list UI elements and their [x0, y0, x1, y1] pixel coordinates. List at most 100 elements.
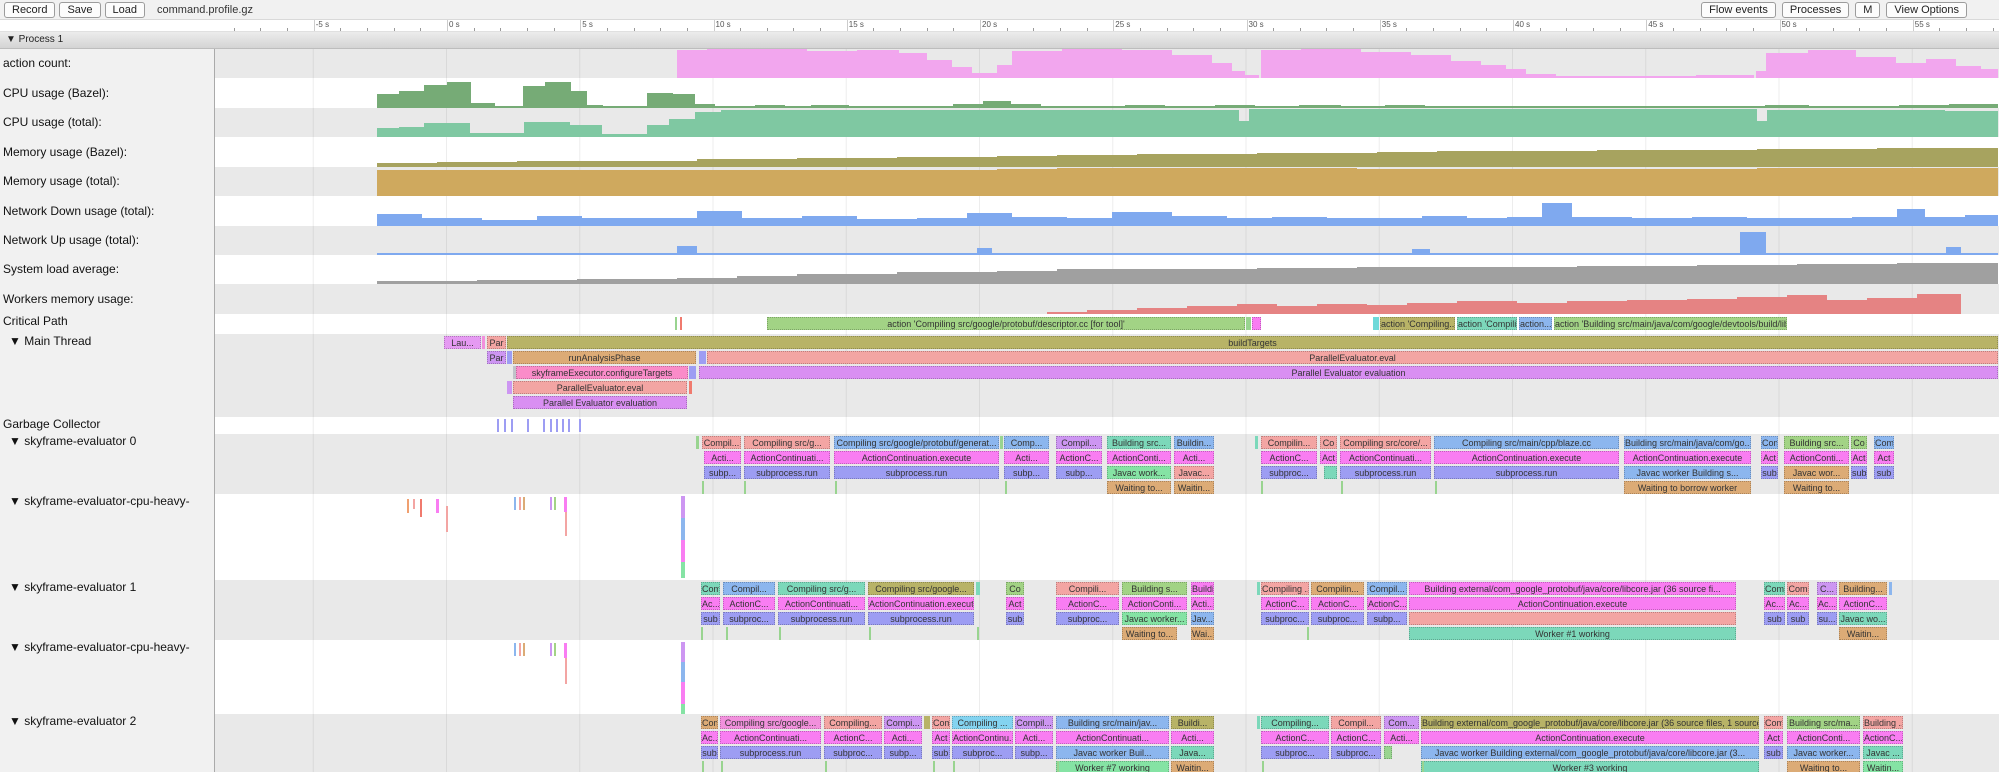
trace-slice[interactable]: Building s... [1122, 582, 1187, 595]
trace-slice[interactable]: subproc... [1261, 746, 1329, 759]
trace-slice[interactable]: Compil... [1367, 582, 1407, 595]
trace-tick[interactable] [407, 499, 409, 513]
track-canvas-system-load[interactable] [215, 255, 1999, 284]
trace-slice[interactable]: Ac... [1764, 597, 1785, 610]
trace-slice[interactable]: subprocess.run [778, 612, 865, 625]
track-canvas-network-up[interactable] [215, 226, 1999, 255]
record-button[interactable]: Record [4, 2, 55, 18]
trace-slice[interactable]: ParallelEvaluator.eval [707, 351, 1998, 364]
trace-slice[interactable]: Buildin... [1174, 436, 1214, 449]
trace-slice[interactable]: Javac work... [1107, 466, 1171, 479]
trace-slice[interactable]: Comp... [1004, 436, 1049, 449]
trace-slice[interactable] [579, 419, 581, 432]
trace-slice[interactable]: subprocess.run [1434, 466, 1619, 479]
trace-slice[interactable] [1435, 481, 1437, 494]
trace-slice[interactable]: Act [1761, 451, 1778, 464]
trace-slice[interactable] [953, 761, 955, 772]
track-canvas-memory-usage-bazel[interactable] [215, 137, 1999, 167]
trace-slice[interactable]: ActionC... [1863, 731, 1903, 744]
trace-slice[interactable]: Compiling... [824, 716, 882, 729]
trace-slice[interactable]: Building external/com_google_protobuf/ja… [1421, 716, 1759, 729]
trace-slice[interactable] [1341, 481, 1343, 494]
trace-tick[interactable] [550, 643, 552, 656]
trace-tick[interactable] [681, 540, 685, 562]
trace-slice[interactable]: Worker #1 working [1409, 627, 1736, 640]
trace-slice[interactable]: subp... [1015, 746, 1053, 759]
trace-slice[interactable]: Waitin... [1863, 761, 1903, 772]
trace-tick[interactable] [514, 497, 516, 510]
trace-slice[interactable]: Parallel Evaluator evaluation [513, 396, 687, 409]
trace-tick[interactable] [681, 562, 685, 578]
trace-slice[interactable] [1252, 317, 1261, 330]
trace-slice[interactable]: Com [1764, 716, 1783, 729]
trace-tick[interactable] [446, 506, 448, 532]
trace-slice[interactable]: sub [1874, 466, 1894, 479]
trace-slice[interactable] [933, 761, 935, 772]
trace-slice[interactable]: action 'Compiling src/google/protobuf/de… [767, 317, 1245, 330]
trace-slice[interactable]: subp... [704, 466, 741, 479]
trace-slice[interactable]: Com [701, 582, 720, 595]
trace-slice[interactable]: ActionC... [1839, 597, 1887, 610]
trace-slice[interactable] [721, 761, 723, 772]
track-label-skyframe-evaluator-2[interactable]: ▼ skyframe-evaluator 2 [0, 714, 215, 772]
trace-tick[interactable] [550, 497, 552, 510]
track-canvas-skyframe-evaluator-0[interactable]: Compil...Compiling src/g...Compiling src… [215, 434, 1999, 494]
metrics-button[interactable]: M [1855, 2, 1880, 18]
track-label-skyframe-evaluator-cpu-heavy-1[interactable]: ▼ skyframe-evaluator-cpu-heavy- [0, 494, 215, 580]
track-label-skyframe-evaluator-1[interactable]: ▼ skyframe-evaluator 1 [0, 580, 215, 640]
trace-slice[interactable] [1409, 612, 1736, 625]
track-canvas-action-count[interactable] [215, 49, 1999, 78]
trace-slice[interactable] [701, 627, 703, 640]
trace-slice[interactable] [507, 351, 512, 364]
trace-slice[interactable] [825, 761, 827, 772]
trace-tick[interactable] [681, 642, 685, 662]
track-canvas-skyframe-evaluator-2[interactable]: ComCompiling src/google...Compiling...Co… [215, 714, 1999, 772]
trace-slice[interactable] [924, 716, 930, 729]
trace-slice[interactable]: ActionC... [1367, 597, 1407, 610]
trace-slice[interactable]: subproc... [1056, 612, 1119, 625]
trace-slice[interactable]: Waitin... [1171, 761, 1214, 772]
trace-slice[interactable]: subprocess.run [744, 466, 830, 479]
trace-slice[interactable]: Compili... [1056, 582, 1119, 595]
track-canvas-skyframe-evaluator-cpu-heavy-1[interactable] [215, 494, 1999, 580]
trace-slice[interactable]: sub [701, 612, 720, 625]
trace-slice[interactable] [1057, 761, 1059, 772]
trace-slice[interactable] [507, 381, 512, 394]
trace-slice[interactable]: ActionContinuation.execute [868, 597, 974, 610]
trace-slice[interactable]: action 'Compili... [1457, 317, 1517, 330]
trace-slice[interactable]: ActionConti... [1784, 451, 1849, 464]
trace-slice[interactable] [1324, 466, 1337, 479]
trace-slice[interactable]: ActionContinuati... [1340, 451, 1431, 464]
trace-slice[interactable]: Compilin... [1311, 582, 1364, 595]
trace-tick[interactable] [523, 497, 525, 510]
trace-slice[interactable]: action... [1519, 317, 1552, 330]
trace-slice[interactable]: sub [701, 746, 718, 759]
trace-slice[interactable]: subproc... [952, 746, 1013, 759]
trace-slice[interactable] [689, 366, 696, 379]
trace-tick[interactable] [514, 643, 516, 656]
trace-slice[interactable]: Ac... [701, 597, 720, 610]
trace-slice[interactable] [1262, 761, 1264, 772]
trace-slice[interactable]: Waiting to... [1784, 481, 1849, 494]
trace-slice[interactable] [779, 627, 781, 640]
trace-slice[interactable]: Javac... [1174, 466, 1214, 479]
trace-slice[interactable]: Com [1787, 582, 1809, 595]
trace-slice[interactable]: subp... [1056, 466, 1102, 479]
trace-slice[interactable]: Buildi... [1191, 582, 1214, 595]
trace-slice[interactable]: subprocess.run [868, 612, 974, 625]
trace-tick[interactable] [681, 704, 685, 714]
trace-slice[interactable]: runAnalysisPhase [513, 351, 696, 364]
trace-slice[interactable] [976, 582, 980, 595]
trace-slice[interactable]: ActionC... [1261, 731, 1329, 744]
trace-slice[interactable] [680, 317, 682, 330]
trace-slice[interactable]: Co [1006, 582, 1024, 595]
trace-slice[interactable]: Lau... [444, 336, 481, 349]
trace-slice[interactable] [699, 351, 706, 364]
trace-slice[interactable]: Building... [1839, 582, 1887, 595]
trace-slice[interactable]: ActionContinu... [952, 731, 1013, 744]
trace-slice[interactable] [1257, 582, 1260, 595]
trace-slice[interactable] [562, 419, 564, 432]
trace-slice[interactable]: Acti... [1171, 731, 1214, 744]
trace-slice[interactable]: sub [1764, 746, 1783, 759]
trace-slice[interactable]: Waiting to... [1787, 761, 1860, 772]
